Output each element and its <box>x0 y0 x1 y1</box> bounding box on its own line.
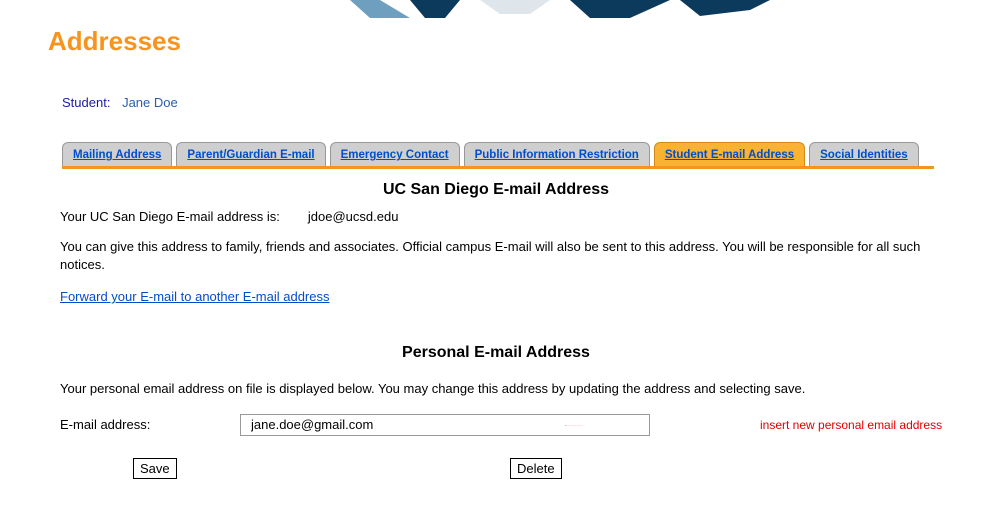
tab-parent-guardian-email[interactable]: Parent/Guardian E-mail <box>176 142 325 166</box>
tab-link[interactable]: Public Information Restriction <box>475 149 639 161</box>
tab-link[interactable]: Emergency Contact <box>341 149 449 161</box>
tab-social-identities[interactable]: Social Identities <box>809 142 919 166</box>
page-title: Addresses <box>48 26 996 57</box>
uc-email-description: You can give this address to family, fri… <box>60 238 932 273</box>
email-field-row: E-mail address: insert new personal emai… <box>60 414 932 436</box>
save-button[interactable]: Save <box>133 458 177 479</box>
tab-mailing-address[interactable]: Mailing Address <box>62 142 172 166</box>
tabbar: Mailing Address Parent/Guardian E-mail E… <box>62 142 934 169</box>
tab-public-information-restriction[interactable]: Public Information Restriction <box>464 142 650 166</box>
tab-link[interactable]: Parent/Guardian E-mail <box>187 149 314 161</box>
student-label: Student: <box>62 95 110 110</box>
tab-emergency-contact[interactable]: Emergency Contact <box>330 142 460 166</box>
tab-link[interactable]: Mailing Address <box>73 149 161 161</box>
tab-link[interactable]: Student E-mail Address <box>665 149 794 161</box>
delete-button[interactable]: Delete <box>510 458 562 479</box>
tab-link[interactable]: Social Identities <box>820 149 908 161</box>
button-row: Save Delete <box>60 458 932 482</box>
email-field-label: E-mail address: <box>60 417 240 432</box>
student-row: Student: Jane Doe <box>62 95 996 110</box>
student-name: Jane Doe <box>122 95 178 110</box>
uc-email-value: jdoe@ucsd.edu <box>308 209 399 224</box>
uc-email-label: Your UC San Diego E-mail address is: <box>60 209 280 224</box>
annotation-text: insert new personal email address <box>760 418 942 432</box>
banner-decoration <box>350 0 770 18</box>
personal-email-input[interactable] <box>240 414 650 436</box>
uc-email-heading: UC San Diego E-mail Address <box>60 181 932 199</box>
uc-email-section: UC San Diego E-mail Address Your UC San … <box>60 181 932 482</box>
personal-email-description: Your personal email address on file is d… <box>60 380 932 398</box>
personal-email-heading: Personal E-mail Address <box>60 344 932 362</box>
tab-student-email-address[interactable]: Student E-mail Address <box>654 142 805 166</box>
forward-email-link[interactable]: Forward your E-mail to another E-mail ad… <box>60 289 330 304</box>
